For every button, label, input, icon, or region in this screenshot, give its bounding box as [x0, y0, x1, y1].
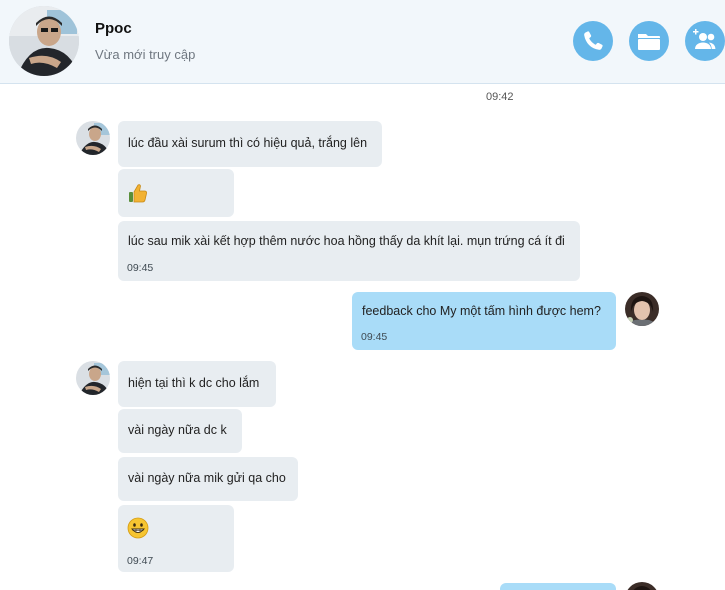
chat-header: Ppoc Vừa mới truy cập [0, 0, 725, 84]
files-button[interactable] [629, 21, 669, 61]
contact-status: Vừa mới truy cập [95, 47, 196, 62]
thumbs-up-icon [127, 182, 149, 209]
contact-name: Ppoc [95, 20, 132, 37]
message-bubble-incoming[interactable]: vài ngày nữa dc k [118, 409, 242, 453]
message-bubble-outgoing[interactable]: feedback cho My một tấm hình được hem? 0… [352, 292, 616, 350]
timestamp-divider: 09:42 [486, 91, 514, 103]
sender-avatar[interactable] [76, 361, 110, 395]
chat-window: Ppoc Vừa mới truy cập 09:42 lúc đầu xài … [0, 0, 725, 590]
phone-icon [581, 29, 605, 53]
message-bubble-incoming[interactable] [118, 169, 234, 217]
message-bubble-incoming[interactable]: lúc sau mik xài kết hợp thêm nước hoa hồ… [118, 221, 580, 281]
message-timestamp: 09:45 [127, 262, 154, 274]
folder-icon [636, 29, 662, 53]
message-bubble-incoming[interactable]: vài ngày nữa mik gửi qa cho [118, 457, 298, 501]
sender-avatar[interactable] [76, 121, 110, 155]
message-text: vài ngày nữa dc k [128, 423, 227, 437]
grin-icon [127, 517, 149, 544]
message-text: lúc đầu xài surum thì có hiệu quả, trắng… [128, 136, 368, 150]
call-button[interactable] [573, 21, 613, 61]
message-text: hiện tại thì k dc cho lắm [128, 376, 260, 390]
message-text: vài ngày nữa mik gửi qa cho [128, 471, 286, 485]
message-bubble-outgoing[interactable] [500, 583, 616, 590]
add-user-icon [690, 28, 720, 54]
message-bubble-incoming[interactable]: hiện tại thì k dc cho lắm [118, 361, 276, 407]
message-list[interactable]: 09:42 lúc đầu xài surum thì có hiệu quả,… [0, 85, 725, 590]
message-text: feedback cho My một tấm hình được hem? [362, 304, 601, 318]
contact-avatar[interactable] [9, 6, 79, 76]
my-avatar[interactable] [625, 292, 659, 326]
message-bubble-incoming[interactable]: 09:47 [118, 505, 234, 572]
message-text: lúc sau mik xài kết hợp thêm nước hoa hồ… [128, 234, 565, 248]
add-user-button[interactable] [685, 21, 725, 61]
message-bubble-incoming[interactable]: lúc đầu xài surum thì có hiệu quả, trắng… [118, 121, 382, 167]
message-timestamp: 09:47 [127, 555, 154, 567]
message-timestamp: 09:45 [361, 331, 388, 343]
my-avatar[interactable] [625, 582, 659, 590]
